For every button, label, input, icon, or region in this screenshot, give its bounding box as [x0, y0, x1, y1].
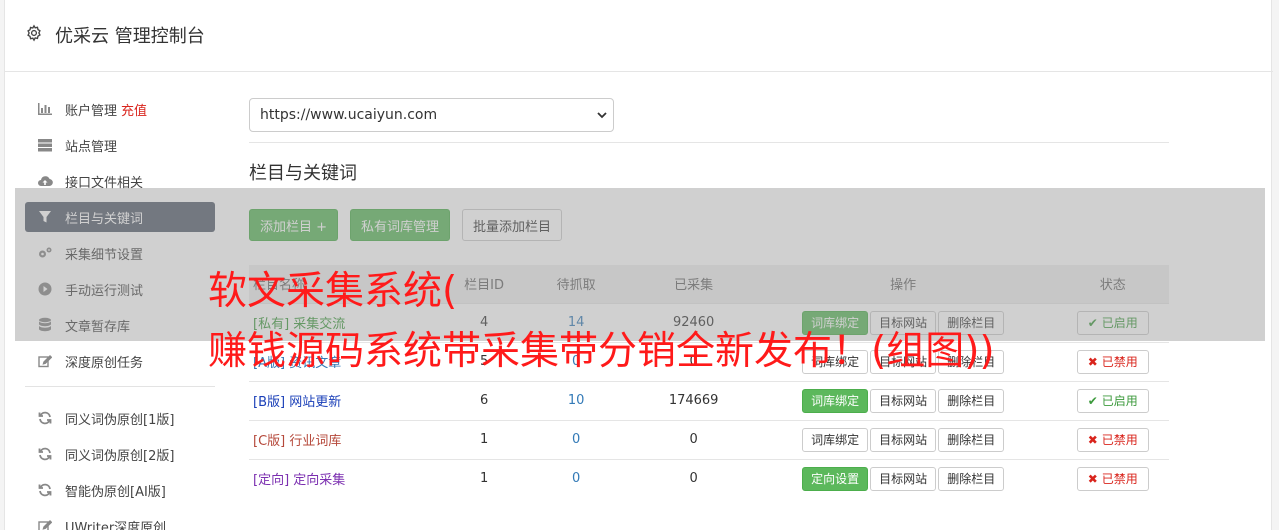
cross-icon: ✖ [1087, 471, 1098, 486]
actions-cell: 词库绑定 目标网站 删除栏目 [749, 419, 1057, 459]
column-name: 行业词库 [289, 434, 342, 449]
status-label: 已启用 [1101, 393, 1138, 408]
actions-cell: 词库绑定 目标网站 删除栏目 [749, 380, 1057, 420]
edit-icon [37, 518, 53, 530]
section-title: 栏目与关键词 [249, 163, 357, 184]
divider [249, 142, 1169, 143]
refresh-icon [37, 410, 53, 426]
chevron-down-icon [597, 112, 607, 119]
column-name-cell[interactable]: [定向] 定向采集 [249, 458, 454, 498]
bind-lib-button[interactable]: 定向设置 [802, 466, 869, 491]
table-row: [C版] 行业词库 1 0 0 词库绑定 目标网站 删除栏目 ✖ 已禁用 [249, 419, 1169, 459]
target-site-button[interactable]: 目标网站 [870, 427, 937, 452]
sidebar-item-deep-original[interactable]: 深度原创任务 [25, 346, 215, 376]
ad-overlay [15, 188, 1265, 341]
collected-count: 174669 [637, 380, 750, 420]
status-cell: ✖ 已禁用 [1056, 341, 1169, 381]
site-select[interactable]: https://www.ucaiyun.com [249, 98, 614, 132]
sidebar-item-label: 同义词伪原创[1版] [65, 412, 175, 428]
refresh-icon [37, 482, 53, 498]
column-tag: [B版] [253, 395, 286, 410]
status-toggle[interactable]: ✖ 已禁用 [1076, 427, 1149, 452]
server-icon [37, 137, 53, 153]
target-site-button[interactable]: 目标网站 [870, 466, 937, 491]
status-cell: ✔ 已启用 [1056, 380, 1169, 420]
column-name: 网站更新 [289, 395, 342, 410]
top-bar: 优采云 管理控制台 [5, 0, 1273, 72]
delete-column-button[interactable]: 删除栏目 [938, 466, 1005, 491]
delete-column-button[interactable]: 删除栏目 [938, 427, 1005, 452]
table-row: [B版] 网站更新 6 10 174669 词库绑定 目标网站 删除栏目 ✔ 已启用 [249, 380, 1169, 420]
recharge-link[interactable]: 充值 [121, 100, 147, 119]
cloud-upload-icon [37, 173, 53, 189]
status-label: 已禁用 [1101, 471, 1138, 486]
column-name-cell[interactable]: [C版] 行业词库 [249, 419, 454, 459]
watermark-line2: 赚钱源码系统带采集带分销全新发布！(组图)) [208, 329, 995, 374]
sidebar-item-synonym-v2[interactable]: 同义词伪原创[2版] [25, 439, 215, 469]
pending-count[interactable]: 0 [514, 419, 638, 459]
sidebar-item-ai-rewrite[interactable]: 智能伪原创[AI版] [25, 475, 215, 505]
status-cell: ✖ 已禁用 [1056, 419, 1169, 459]
table-row: [定向] 定向采集 1 0 0 定向设置 目标网站 删除栏目 ✖ 已禁用 [249, 458, 1169, 498]
status-cell: ✖ 已禁用 [1056, 458, 1169, 498]
watermark-line1: 软文采集系统( [208, 269, 458, 314]
status-label: 已禁用 [1101, 354, 1138, 369]
actions-cell: 定向设置 目标网站 删除栏目 [749, 458, 1057, 498]
site-select-value: https://www.ucaiyun.com [260, 107, 438, 123]
sidebar-item-label: 深度原创任务 [65, 355, 144, 371]
status-toggle[interactable]: ✖ 已禁用 [1076, 349, 1149, 374]
delete-column-button[interactable]: 删除栏目 [938, 388, 1005, 413]
bar-chart-icon [37, 101, 53, 117]
cross-icon: ✖ [1087, 432, 1098, 447]
sidebar-item-label: 智能伪原创[AI版] [65, 484, 166, 500]
column-tag: [C版] [253, 434, 286, 449]
sidebar-item-sites[interactable]: 站点管理 [25, 130, 215, 160]
column-name: 定向采集 [293, 473, 346, 489]
sidebar-item-label: 站点管理 [65, 139, 118, 155]
sidebar-item-label: 同义词伪原创[2版] [65, 448, 175, 464]
column-id: 6 [453, 380, 515, 420]
collected-count: 0 [637, 419, 750, 459]
column-tag: [定向] [253, 473, 290, 489]
pending-count[interactable]: 0 [514, 458, 638, 498]
bind-lib-button[interactable]: 词库绑定 [802, 388, 869, 413]
status-label: 已禁用 [1101, 432, 1138, 447]
check-icon: ✔ [1087, 393, 1098, 408]
status-toggle[interactable]: ✔ 已启用 [1076, 388, 1149, 413]
bind-lib-button[interactable]: 词库绑定 [802, 427, 869, 452]
target-site-button[interactable]: 目标网站 [870, 388, 937, 413]
column-id: 1 [453, 419, 515, 459]
edit-icon [37, 353, 53, 369]
column-name-cell[interactable]: [B版] 网站更新 [249, 380, 454, 420]
cross-icon: ✖ [1087, 354, 1098, 369]
sidebar-item-synonym-v1[interactable]: 同义词伪原创[1版] [25, 403, 215, 433]
column-id: 1 [453, 458, 515, 498]
gear-icon [27, 24, 41, 42]
pending-count[interactable]: 10 [514, 380, 638, 420]
status-toggle[interactable]: ✖ 已禁用 [1076, 466, 1149, 491]
sidebar-item-label: UWriter深度原创 [65, 520, 167, 530]
collected-count: 0 [637, 458, 750, 498]
page-title: 优采云 管理控制台 [55, 26, 205, 47]
sidebar-divider [25, 386, 215, 387]
sidebar-item-uwriter[interactable]: UWriter深度原创 [25, 511, 215, 530]
sidebar-item-label: 账户管理 [65, 103, 118, 119]
sidebar-item-account[interactable]: 账户管理 充值 [25, 94, 215, 124]
refresh-icon [37, 446, 53, 462]
